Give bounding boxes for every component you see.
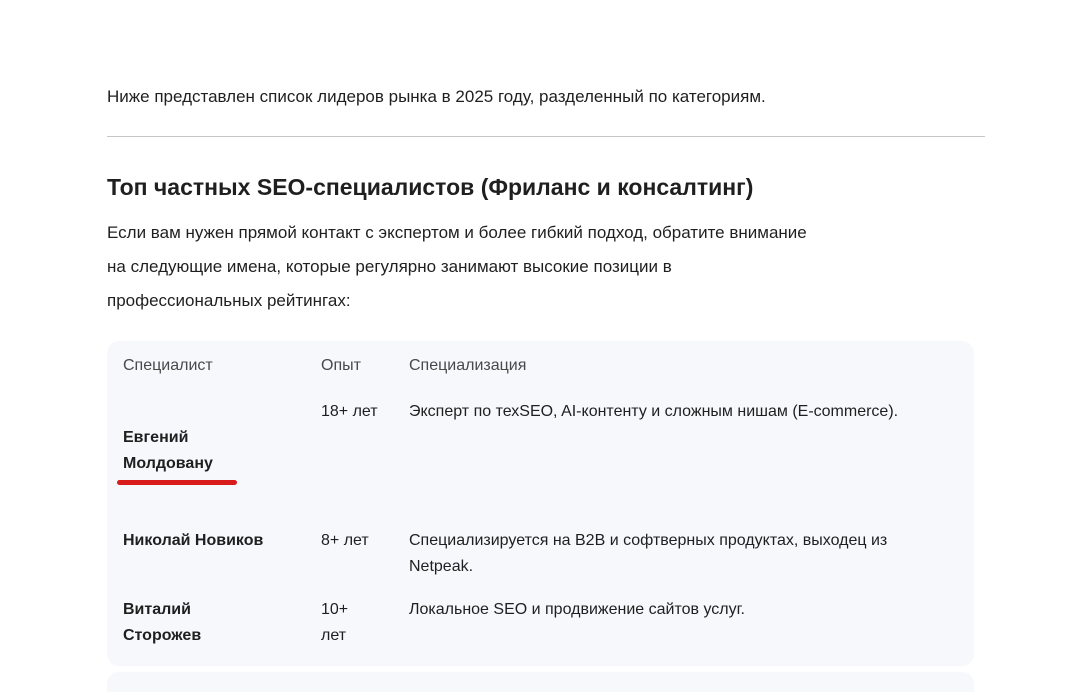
experience-value: 18+ лет [321,399,409,511]
specialist-name: Николай Новиков [123,528,321,580]
section-heading: Топ частных SEO-специалистов (Фриланс и … [107,172,987,202]
next-section-card-partial [107,672,974,692]
intro-text: Ниже представлен список лидеров рынка в … [107,84,987,110]
experience-value: 10+ лет [321,597,409,649]
column-header-experience: Опыт [321,353,409,379]
specialist-name: Евгений Молдовану [123,399,321,511]
table-row: Евгений Молдовану 18+ лет Эксперт по тех… [123,399,954,511]
table-header-row: Специалист Опыт Специализация [123,353,954,379]
specialization-text: Локальное SEO и продвижение сайтов услуг… [409,597,954,649]
specialization-text: Эксперт по техSEO, AI-контенту и сложным… [409,399,954,511]
specialization-text: Специализируется на B2B и софтверных про… [409,528,954,580]
red-underline-annotation [117,480,237,485]
specialist-name-text: Евгений Молдовану [123,429,213,472]
specialists-table: Специалист Опыт Специализация Евгений Мо… [107,341,974,666]
section-divider [107,136,985,137]
column-header-specialization: Специализация [409,353,954,379]
experience-value: 8+ лет [321,528,409,580]
table-row: Николай Новиков 8+ лет Специализируется … [123,528,954,580]
column-header-specialist: Специалист [123,353,321,379]
table-row: Виталий Сторожев 10+ лет Локальное SEO и… [123,597,954,649]
section-description: Если вам нужен прямой контакт с эксперто… [107,216,987,318]
specialist-name: Виталий Сторожев [123,597,321,649]
